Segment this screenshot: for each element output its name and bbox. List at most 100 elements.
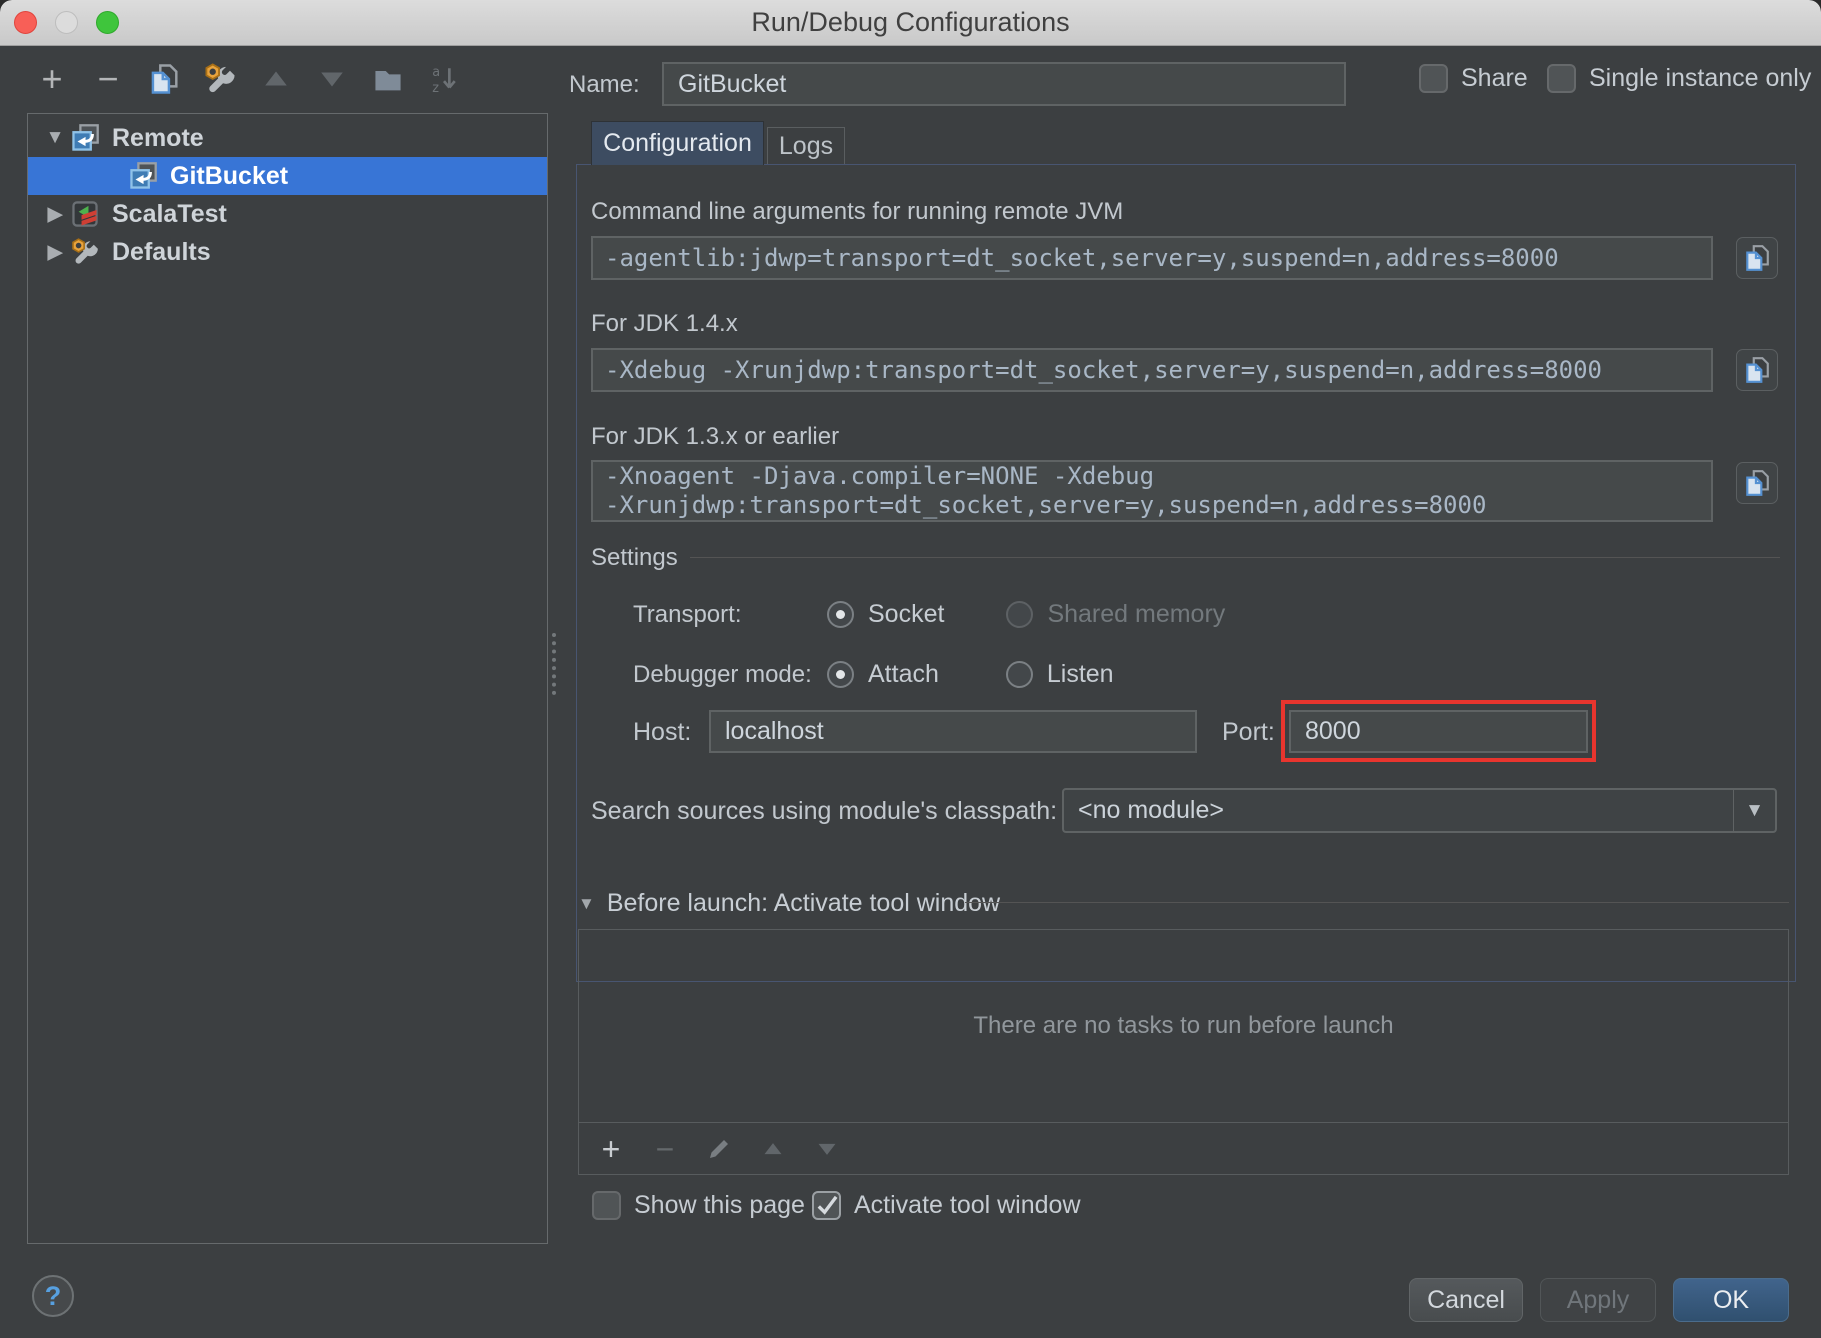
before-launch-separator	[965, 902, 1789, 903]
port-value: 8000	[1305, 717, 1361, 746]
tree-item-label: Remote	[112, 124, 204, 153]
tree-item-label: GitBucket	[170, 162, 288, 191]
single-instance-checkbox[interactable]	[1547, 64, 1576, 93]
arrow-down-icon	[318, 65, 346, 93]
host-label: Host:	[633, 718, 691, 747]
window-controls	[14, 11, 119, 34]
jdk13-value-line1: -Xnoagent -Djava.compiler=NONE -Xdebug	[605, 462, 1699, 491]
task-toolbar: + −	[579, 1122, 1788, 1174]
ok-button[interactable]: OK	[1673, 1278, 1789, 1322]
help-button[interactable]: ?	[32, 1275, 74, 1317]
before-launch-header[interactable]: ▼ Before launch: Activate tool window	[578, 889, 1000, 918]
tree-item-scalatest[interactable]: ▶ ScalaTest	[28, 195, 547, 233]
settings-separator	[690, 557, 1780, 558]
remote-config-icon	[70, 123, 100, 153]
sort-configurations-button: a z	[426, 61, 462, 97]
zoom-window-button[interactable]	[96, 11, 119, 34]
show-this-page-option: Show this page	[592, 1191, 805, 1220]
plus-icon: +	[41, 64, 62, 94]
minimize-window-button	[55, 11, 78, 34]
copy-icon	[1743, 244, 1771, 272]
host-value: localhost	[725, 717, 824, 746]
chevron-down-icon: ▼	[1733, 790, 1775, 831]
create-folder-button	[370, 61, 406, 97]
add-task-button[interactable]: +	[595, 1133, 627, 1165]
transport-socket-radio[interactable]	[827, 601, 854, 628]
svg-text:z: z	[432, 81, 439, 96]
configurations-toolbar: + − a z	[34, 58, 462, 100]
expand-icon[interactable]: ▶	[40, 241, 70, 264]
sort-az-icon: a z	[429, 62, 459, 96]
jdk14-field[interactable]: -Xdebug -Xrunjdwp:transport=dt_socket,se…	[591, 348, 1713, 392]
activate-tool-window-checkbox[interactable]	[812, 1191, 841, 1220]
cancel-label: Cancel	[1427, 1286, 1505, 1315]
tab-label: Logs	[779, 132, 833, 161]
command-line-field[interactable]: -agentlib:jdwp=transport=dt_socket,serve…	[591, 236, 1713, 280]
copy-icon	[148, 63, 180, 95]
expand-icon[interactable]: ▶	[40, 203, 70, 226]
transport-row: Transport: Socket Shared memory	[633, 600, 1225, 629]
ok-label: OK	[1713, 1286, 1749, 1315]
show-this-page-label: Show this page	[634, 1191, 805, 1220]
folder-icon	[372, 63, 404, 95]
before-launch-title: Before launch: Activate tool window	[607, 889, 1000, 918]
name-input[interactable]: GitBucket	[662, 62, 1346, 106]
tab-logs[interactable]: Logs	[767, 127, 845, 165]
transport-shared-memory-radio	[1006, 601, 1033, 628]
splitter-handle[interactable]	[552, 633, 556, 695]
close-window-button[interactable]	[14, 11, 37, 34]
jdk14-label: For JDK 1.4.x	[591, 310, 738, 338]
single-instance-option: Single instance only	[1547, 64, 1811, 93]
copy-icon	[1743, 469, 1771, 497]
copy-jdk13-button[interactable]	[1736, 462, 1778, 504]
edit-defaults-button[interactable]	[202, 61, 238, 97]
move-task-up-button	[757, 1133, 789, 1165]
copy-jdk14-button[interactable]	[1736, 349, 1778, 391]
run-debug-configurations-dialog: Run/Debug Configurations + −	[0, 0, 1821, 1338]
port-label: Port:	[1222, 718, 1275, 747]
debugger-mode-attach-radio[interactable]	[827, 661, 854, 688]
configurations-tree: ▼ Remote GitBucket	[27, 113, 548, 1244]
collapse-icon[interactable]: ▼	[40, 127, 70, 149]
arrow-down-icon	[816, 1138, 838, 1160]
add-configuration-button[interactable]: +	[34, 61, 70, 97]
debugger-mode-listen-label: Listen	[1047, 660, 1114, 689]
show-this-page-checkbox[interactable]	[592, 1191, 621, 1220]
share-checkbox[interactable]	[1419, 64, 1448, 93]
apply-button: Apply	[1540, 1278, 1656, 1322]
tree-item-label: Defaults	[112, 238, 211, 267]
port-input[interactable]: 8000	[1289, 710, 1588, 753]
tab-configuration[interactable]: Configuration	[591, 121, 764, 165]
name-value: GitBucket	[678, 70, 786, 99]
configuration-tab-panel	[576, 164, 1796, 982]
arrow-up-icon	[762, 1138, 784, 1160]
minus-icon: −	[656, 1134, 675, 1164]
jdk13-field[interactable]: -Xnoagent -Djava.compiler=NONE -Xdebug -…	[591, 460, 1713, 522]
cancel-button[interactable]: Cancel	[1409, 1278, 1523, 1322]
apply-label: Apply	[1567, 1286, 1630, 1315]
move-down-button	[314, 61, 350, 97]
jdk14-value: -Xdebug -Xrunjdwp:transport=dt_socket,se…	[605, 356, 1699, 385]
module-classpath-value: <no module>	[1064, 796, 1733, 825]
plus-icon: +	[602, 1134, 621, 1164]
collapse-icon[interactable]: ▼	[578, 894, 595, 914]
jdk13-value-line2: -Xrunjdwp:transport=dt_socket,server=y,s…	[605, 491, 1699, 520]
jdk13-label: For JDK 1.3.x or earlier	[591, 423, 839, 451]
window-title: Run/Debug Configurations	[751, 7, 1069, 38]
tree-item-defaults[interactable]: ▶ Defaults	[28, 233, 547, 271]
copy-command-line-button[interactable]	[1736, 237, 1778, 279]
wrench-gear-icon	[70, 237, 100, 267]
copy-configuration-button[interactable]	[146, 61, 182, 97]
debugger-mode-row: Debugger mode: Attach Listen	[633, 660, 1114, 689]
remote-config-icon	[128, 161, 158, 191]
module-classpath-dropdown[interactable]: <no module> ▼	[1062, 788, 1777, 833]
debugger-mode-listen-radio[interactable]	[1006, 661, 1033, 688]
move-up-button	[258, 61, 294, 97]
remove-configuration-button[interactable]: −	[90, 61, 126, 97]
host-input[interactable]: localhost	[709, 710, 1197, 753]
tree-item-gitbucket[interactable]: GitBucket	[28, 157, 547, 195]
tree-item-label: ScalaTest	[112, 200, 227, 229]
tab-label: Configuration	[603, 129, 752, 158]
tree-item-remote[interactable]: ▼ Remote	[28, 119, 547, 157]
pencil-icon	[706, 1136, 732, 1162]
